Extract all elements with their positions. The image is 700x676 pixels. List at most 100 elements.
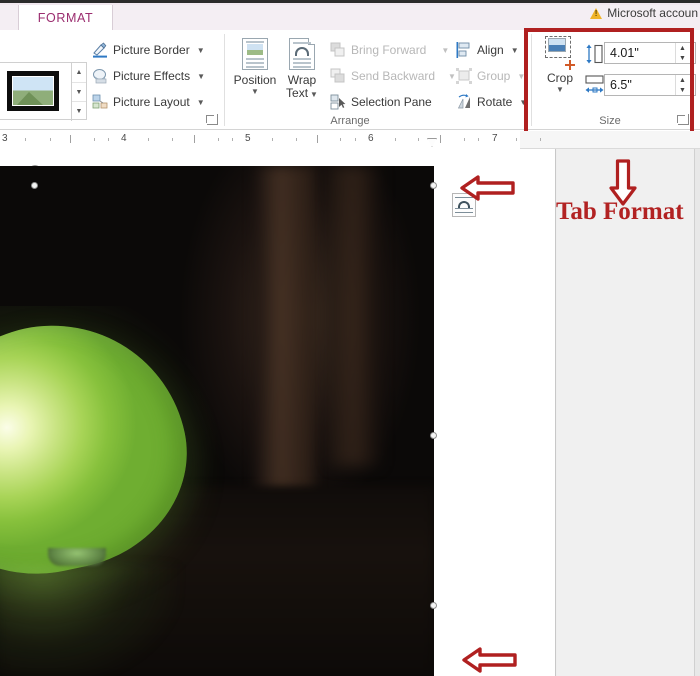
chevron-down-icon[interactable]: ▼ — [310, 90, 318, 99]
size-dialog-launcher[interactable] — [677, 114, 689, 125]
picture-effects-icon — [92, 68, 108, 84]
chevron-down-icon[interactable]: ▼ — [511, 46, 519, 55]
arrow-left-icon — [460, 172, 516, 204]
shape-height-spinner[interactable]: ▲ ▼ — [675, 43, 689, 63]
wrap-text-label-line2: Text — [286, 86, 309, 100]
chevron-down-icon[interactable]: ▼ — [197, 98, 205, 107]
pencil-border-icon — [92, 42, 108, 58]
picture-effects-label: Picture Effects — [113, 69, 191, 83]
group-separator — [531, 34, 532, 126]
send-backward-label: Send Backward — [351, 69, 436, 83]
window-top-edge — [0, 0, 700, 3]
warning-triangle-icon — [590, 7, 603, 19]
send-backward-icon — [330, 68, 346, 84]
wrap-text-button[interactable]: Wrap Text ▼ — [276, 38, 328, 100]
microsoft-account[interactable]: Microsoft accoun — [590, 6, 698, 20]
gallery-scroll-down-icon[interactable]: ▼ — [72, 83, 86, 103]
send-backward-button[interactable]: Send Backward ▼ — [330, 68, 456, 84]
shape-width-input[interactable] — [605, 76, 675, 94]
shape-width-field[interactable]: ▲ ▼ — [604, 74, 696, 96]
gallery-more-icon[interactable]: ▼ — [72, 102, 86, 121]
wrap-text-icon — [287, 38, 317, 72]
align-icon — [456, 42, 472, 58]
selection-handle-top-left[interactable] — [31, 182, 38, 189]
inserted-image[interactable] — [0, 166, 434, 676]
bring-forward-icon — [330, 42, 346, 58]
vertical-scrollbar[interactable] — [694, 149, 700, 676]
rotate-label: Rotate — [477, 95, 513, 109]
group-icon — [456, 68, 472, 84]
document-page[interactable] — [0, 149, 556, 676]
document-canvas — [0, 149, 700, 676]
position-label: Position — [233, 73, 277, 87]
align-label: Align — [477, 43, 504, 57]
spinner-up-icon[interactable]: ▲ — [676, 75, 689, 85]
ruler-mark: 6 — [368, 133, 374, 144]
selection-handle-middle-right[interactable] — [430, 432, 437, 439]
group-button[interactable]: Group ▼ — [456, 68, 525, 84]
tab-strip-left-edge — [0, 5, 18, 30]
size-group-label: Size — [599, 115, 621, 127]
gallery-scroll-buttons[interactable]: ▲ ▼ ▼ — [71, 63, 86, 121]
picture-border-button[interactable]: Picture Border ▼ — [92, 42, 205, 58]
page-margin-area — [557, 149, 700, 676]
group-label: Group — [477, 69, 511, 83]
picture-styles-dialog-launcher[interactable] — [206, 114, 218, 125]
ribbon: ▲ ▼ ▼ Picture Border ▼ Picture Effects ▼… — [0, 30, 700, 130]
picture-layout-icon — [92, 94, 108, 110]
chevron-down-icon[interactable]: ▼ — [448, 72, 456, 81]
chevron-down-icon[interactable]: ▼ — [197, 46, 205, 55]
ruler-mark: 7 — [492, 133, 498, 144]
group-separator — [224, 34, 225, 126]
ruler-mark: 3 — [2, 133, 8, 144]
ribbon-tab-strip: FORMAT Microsoft accoun — [0, 0, 700, 31]
tab-format-label: FORMAT — [37, 11, 94, 25]
selection-handle-bottom-right[interactable] — [430, 602, 437, 609]
picture-styles-gallery[interactable]: ▲ ▼ ▼ — [0, 62, 87, 121]
picture-style-thumbnail[interactable] — [5, 67, 61, 115]
arrange-group-label: Arrange — [330, 115, 370, 127]
position-button[interactable]: Position ▼ — [229, 38, 281, 96]
spinner-down-icon[interactable]: ▼ — [676, 53, 689, 63]
chevron-down-icon[interactable]: ▼ — [536, 85, 584, 94]
align-button[interactable]: Align ▼ — [456, 42, 519, 58]
shape-height-field[interactable]: ▲ ▼ — [604, 42, 696, 64]
selection-pane-label: Selection Pane — [351, 95, 432, 109]
wrap-text-label-line1: Wrap — [287, 73, 317, 87]
shape-height-input[interactable] — [605, 44, 675, 62]
tab-format[interactable]: FORMAT — [18, 5, 113, 31]
horizontal-ruler[interactable]: 3 4 5 6 7 — [0, 131, 700, 149]
spinner-up-icon[interactable]: ▲ — [676, 43, 689, 53]
shape-width-spinner[interactable]: ▲ ▼ — [675, 75, 689, 95]
shape-height-icon — [584, 44, 606, 64]
ruler-mark: 5 — [245, 133, 251, 144]
rotate-icon — [456, 94, 472, 110]
crop-label: Crop — [546, 71, 573, 85]
chevron-down-icon[interactable]: ▼ — [229, 87, 281, 96]
bring-forward-label: Bring Forward — [351, 43, 427, 57]
microsoft-account-label: Microsoft accoun — [607, 6, 698, 20]
bring-forward-button[interactable]: Bring Forward ▼ — [330, 42, 449, 58]
spinner-down-icon[interactable]: ▼ — [676, 85, 689, 95]
picture-layout-label: Picture Layout — [113, 95, 190, 109]
ruler-page-area — [0, 131, 520, 149]
ruler-mark: 4 — [121, 133, 127, 144]
annotation-label: Tab Format — [556, 198, 684, 225]
chevron-down-icon[interactable]: ▼ — [441, 46, 449, 55]
picture-layout-button[interactable]: Picture Layout ▼ — [92, 94, 205, 110]
selection-handle-top-right[interactable] — [430, 182, 437, 189]
chevron-down-icon[interactable]: ▼ — [519, 98, 527, 107]
position-icon — [240, 38, 270, 72]
picture-effects-button[interactable]: Picture Effects ▼ — [92, 68, 205, 84]
arrow-left-icon — [462, 644, 518, 676]
picture-border-label: Picture Border — [113, 43, 190, 57]
crop-icon — [545, 36, 575, 70]
chevron-down-icon[interactable]: ▼ — [517, 72, 525, 81]
chevron-down-icon[interactable]: ▼ — [197, 72, 205, 81]
word-window: FORMAT Microsoft accoun ▲ ▼ ▼ — [0, 0, 700, 676]
selection-pane-button[interactable]: Selection Pane — [330, 94, 432, 110]
rotate-button[interactable]: Rotate ▼ — [456, 94, 527, 110]
selection-pane-icon — [330, 94, 346, 110]
gallery-scroll-up-icon[interactable]: ▲ — [72, 63, 86, 83]
crop-button[interactable]: Crop ▼ — [536, 36, 584, 94]
